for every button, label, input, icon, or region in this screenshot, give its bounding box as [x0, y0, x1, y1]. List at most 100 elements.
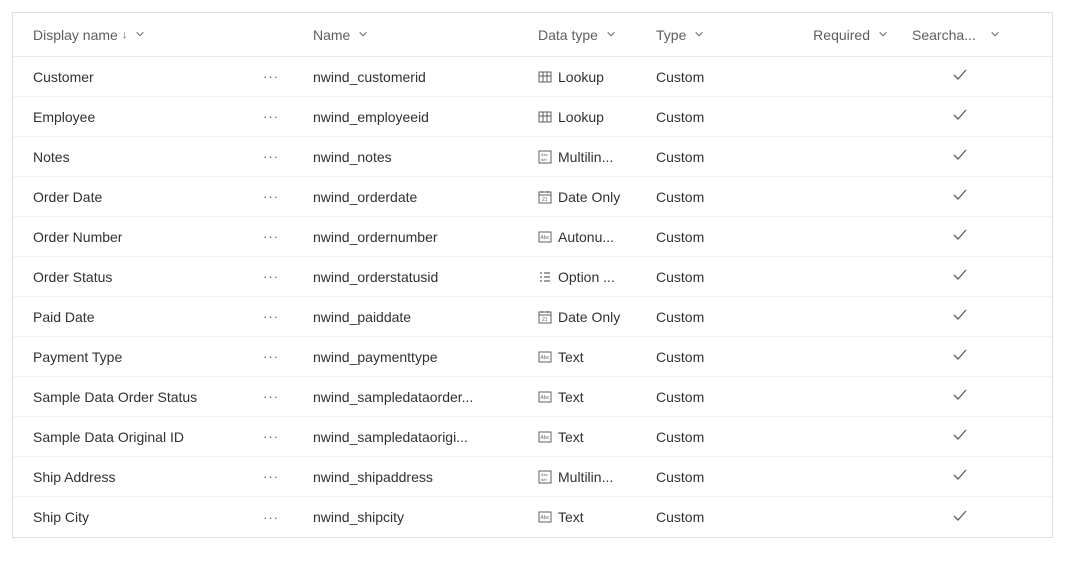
header-label: Type — [656, 27, 686, 43]
cell-display-name[interactable]: Paid Date — [13, 309, 241, 325]
cell-display-name[interactable]: Order Status — [13, 269, 241, 285]
cell-type: Custom — [644, 349, 772, 365]
cell-display-name[interactable]: Sample Data Order Status — [13, 389, 241, 405]
more-horizontal-icon[interactable]: ··· — [263, 389, 279, 404]
datatype-text: Date Only — [558, 309, 620, 325]
header-label: Data type — [538, 27, 598, 43]
table-row[interactable]: Ship Address ··· nwind_shipaddress Multi… — [13, 457, 1052, 497]
type-text: Custom — [656, 189, 704, 205]
cell-data-type: Lookup — [526, 109, 644, 125]
cell-more-actions[interactable]: ··· — [241, 469, 301, 484]
text-icon — [538, 350, 552, 364]
cell-name: nwind_ordernumber — [301, 229, 526, 245]
more-horizontal-icon[interactable]: ··· — [263, 269, 279, 284]
cell-name: nwind_customerid — [301, 69, 526, 85]
check-icon — [952, 509, 968, 526]
more-horizontal-icon[interactable]: ··· — [263, 469, 279, 484]
table-row[interactable]: Payment Type ··· nwind_paymenttype Text … — [13, 337, 1052, 377]
more-horizontal-icon[interactable]: ··· — [263, 109, 279, 124]
cell-display-name[interactable]: Notes — [13, 149, 241, 165]
display-name-text: Ship City — [33, 509, 89, 525]
cell-data-type: Autonu... — [526, 229, 644, 245]
header-name[interactable]: Name — [301, 27, 526, 43]
cell-display-name[interactable]: Ship City — [13, 509, 241, 525]
cell-more-actions[interactable]: ··· — [241, 510, 301, 525]
cell-searchable — [900, 108, 1020, 125]
cell-more-actions[interactable]: ··· — [241, 229, 301, 244]
cell-more-actions[interactable]: ··· — [241, 109, 301, 124]
name-text: nwind_shipaddress — [313, 469, 433, 485]
cell-display-name[interactable]: Order Date — [13, 189, 241, 205]
cell-searchable — [900, 509, 1020, 526]
header-type[interactable]: Type — [644, 27, 772, 43]
cell-data-type: Text — [526, 349, 644, 365]
cell-more-actions[interactable]: ··· — [241, 429, 301, 444]
cell-more-actions[interactable]: ··· — [241, 389, 301, 404]
table-row[interactable]: Order Date ··· nwind_orderdate Date Only… — [13, 177, 1052, 217]
more-horizontal-icon[interactable]: ··· — [263, 189, 279, 204]
more-horizontal-icon[interactable]: ··· — [263, 69, 279, 84]
display-name-text: Employee — [33, 109, 95, 125]
display-name-text: Order Number — [33, 229, 122, 245]
more-horizontal-icon[interactable]: ··· — [263, 229, 279, 244]
more-horizontal-icon[interactable]: ··· — [263, 510, 279, 525]
datatype-text: Option ... — [558, 269, 615, 285]
more-horizontal-icon[interactable]: ··· — [263, 349, 279, 364]
cell-more-actions[interactable]: ··· — [241, 349, 301, 364]
check-icon — [952, 428, 968, 445]
check-icon — [952, 348, 968, 365]
type-text: Custom — [656, 389, 704, 405]
table-row[interactable]: Order Number ··· nwind_ordernumber Auton… — [13, 217, 1052, 257]
cell-display-name[interactable]: Employee — [13, 109, 241, 125]
cell-data-type: Date Only — [526, 189, 644, 205]
table-row[interactable]: Order Status ··· nwind_orderstatusid Opt… — [13, 257, 1052, 297]
more-horizontal-icon[interactable]: ··· — [263, 309, 279, 324]
cell-name: nwind_paiddate — [301, 309, 526, 325]
cell-more-actions[interactable]: ··· — [241, 309, 301, 324]
cell-type: Custom — [644, 309, 772, 325]
cell-searchable — [900, 388, 1020, 405]
cell-more-actions[interactable]: ··· — [241, 269, 301, 284]
table-row[interactable]: Customer ··· nwind_customerid Lookup Cus… — [13, 57, 1052, 97]
header-searchable[interactable]: Searcha... — [900, 27, 1020, 43]
display-name-text: Ship Address — [33, 469, 116, 485]
cell-name: nwind_notes — [301, 149, 526, 165]
more-horizontal-icon[interactable]: ··· — [263, 429, 279, 444]
header-label: Required — [813, 27, 870, 43]
cell-type: Custom — [644, 69, 772, 85]
cell-type: Custom — [644, 429, 772, 445]
cell-more-actions[interactable]: ··· — [241, 189, 301, 204]
table-row[interactable]: Sample Data Original ID ··· nwind_sample… — [13, 417, 1052, 457]
cell-name: nwind_paymenttype — [301, 349, 526, 365]
header-required[interactable]: Required — [772, 27, 900, 43]
cell-display-name[interactable]: Sample Data Original ID — [13, 429, 241, 445]
datatype-text: Text — [558, 509, 584, 525]
cell-more-actions[interactable]: ··· — [241, 149, 301, 164]
table-row[interactable]: Ship City ··· nwind_shipcity Text Custom — [13, 497, 1052, 537]
table-row[interactable]: Notes ··· nwind_notes Multilin... Custom — [13, 137, 1052, 177]
table-row[interactable]: Employee ··· nwind_employeeid Lookup Cus… — [13, 97, 1052, 137]
cell-searchable — [900, 428, 1020, 445]
chevron-down-icon — [606, 29, 616, 41]
date-icon — [538, 190, 552, 204]
cell-display-name[interactable]: Ship Address — [13, 469, 241, 485]
more-horizontal-icon[interactable]: ··· — [263, 149, 279, 164]
chevron-down-icon — [990, 29, 1000, 41]
type-text: Custom — [656, 309, 704, 325]
display-name-text: Sample Data Original ID — [33, 429, 184, 445]
cell-display-name[interactable]: Customer — [13, 69, 241, 85]
display-name-text: Notes — [33, 149, 70, 165]
cell-display-name[interactable]: Order Number — [13, 229, 241, 245]
table-row[interactable]: Sample Data Order Status ··· nwind_sampl… — [13, 377, 1052, 417]
cell-display-name[interactable]: Payment Type — [13, 349, 241, 365]
name-text: nwind_customerid — [313, 69, 426, 85]
header-label: Display name — [33, 27, 118, 43]
cell-type: Custom — [644, 229, 772, 245]
type-text: Custom — [656, 469, 704, 485]
cell-searchable — [900, 268, 1020, 285]
cell-more-actions[interactable]: ··· — [241, 69, 301, 84]
header-data-type[interactable]: Data type — [526, 27, 644, 43]
header-display-name[interactable]: Display name ↓ — [13, 27, 241, 43]
lookup-icon — [538, 110, 552, 124]
table-row[interactable]: Paid Date ··· nwind_paiddate Date Only C… — [13, 297, 1052, 337]
